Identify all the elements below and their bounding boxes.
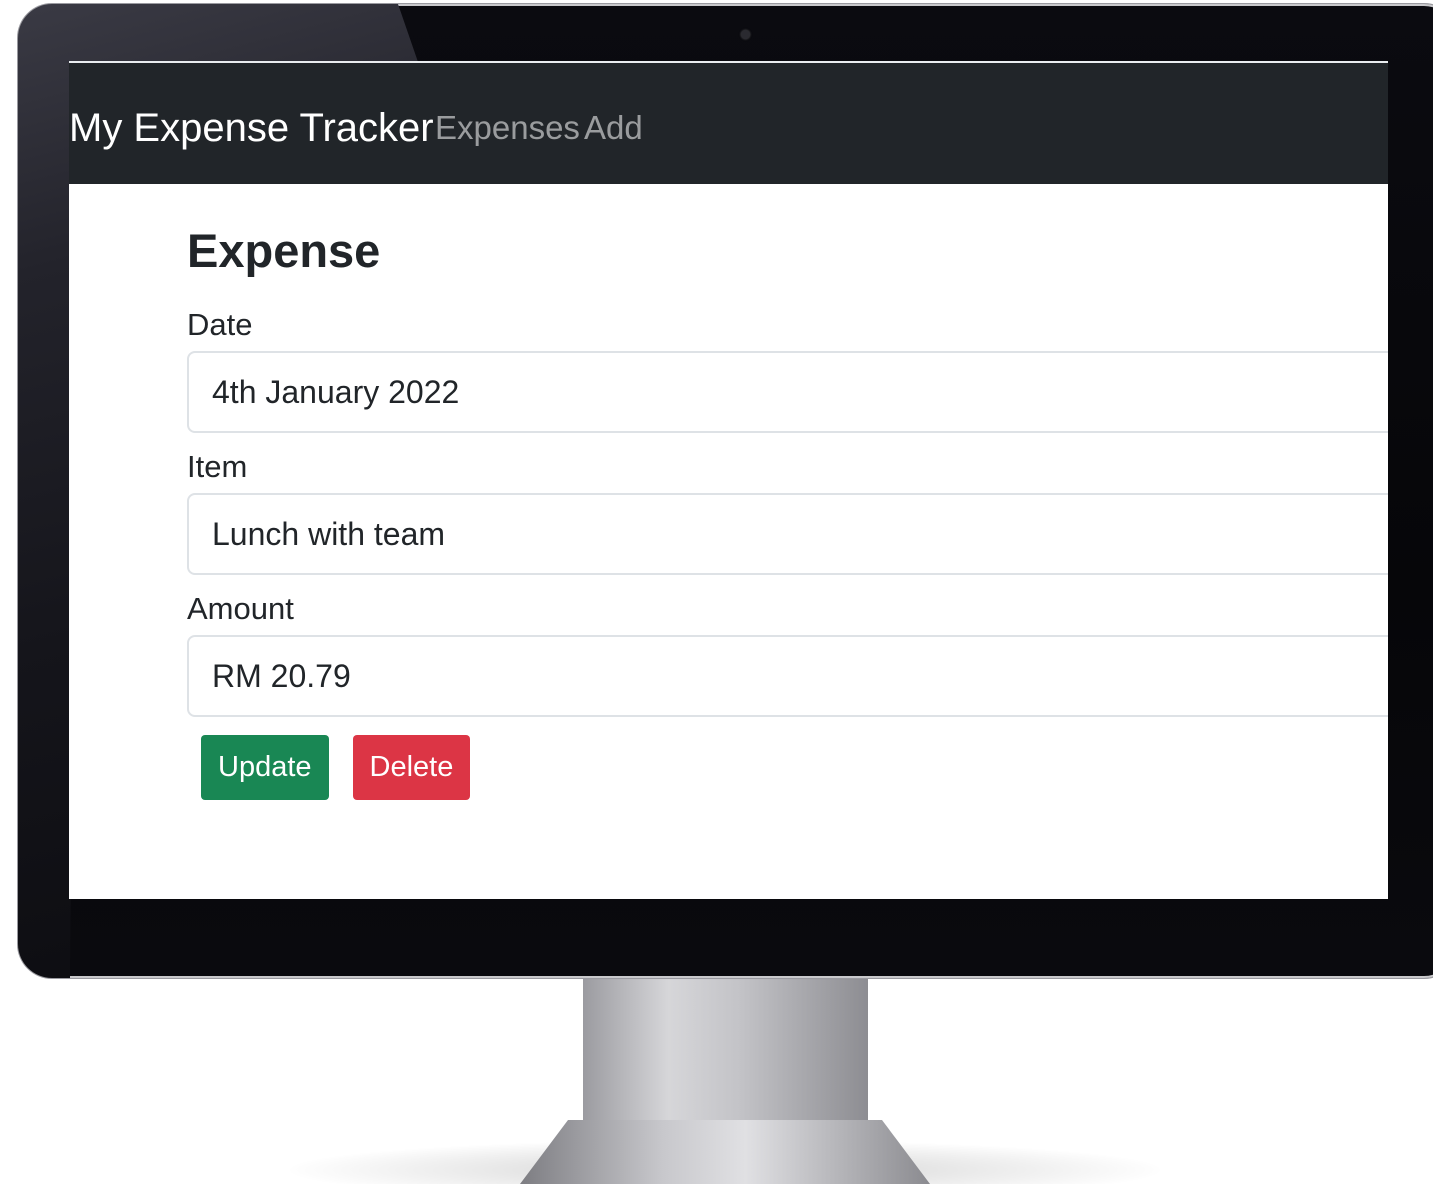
form-actions: Update Delete <box>187 735 1388 800</box>
amount-label: Amount <box>187 591 294 626</box>
monitor-mockup: My Expense Tracker Expenses Add Expense … <box>0 0 1433 1184</box>
amount-input[interactable] <box>187 635 1388 717</box>
date-label: Date <box>187 307 253 342</box>
page-title: Expense <box>187 224 381 277</box>
item-label: Item <box>187 449 248 484</box>
monitor-stand-foot <box>520 1120 930 1184</box>
delete-button[interactable]: Delete <box>352 735 471 800</box>
date-input[interactable] <box>187 351 1388 433</box>
nav-link-add[interactable]: Add <box>584 106 643 150</box>
camera-icon <box>741 30 750 39</box>
monitor-stand-neck <box>583 978 868 1138</box>
app-screen: My Expense Tracker Expenses Add Expense … <box>69 61 1388 899</box>
navbar: My Expense Tracker Expenses Add <box>69 61 1388 184</box>
nav-link-expenses[interactable]: Expenses <box>435 106 580 150</box>
item-input[interactable] <box>187 493 1388 575</box>
expense-form: Expense Date Item Amount Update Delete <box>187 221 1388 800</box>
update-button[interactable]: Update <box>201 735 329 800</box>
navbar-brand[interactable]: My Expense Tracker <box>69 103 434 153</box>
